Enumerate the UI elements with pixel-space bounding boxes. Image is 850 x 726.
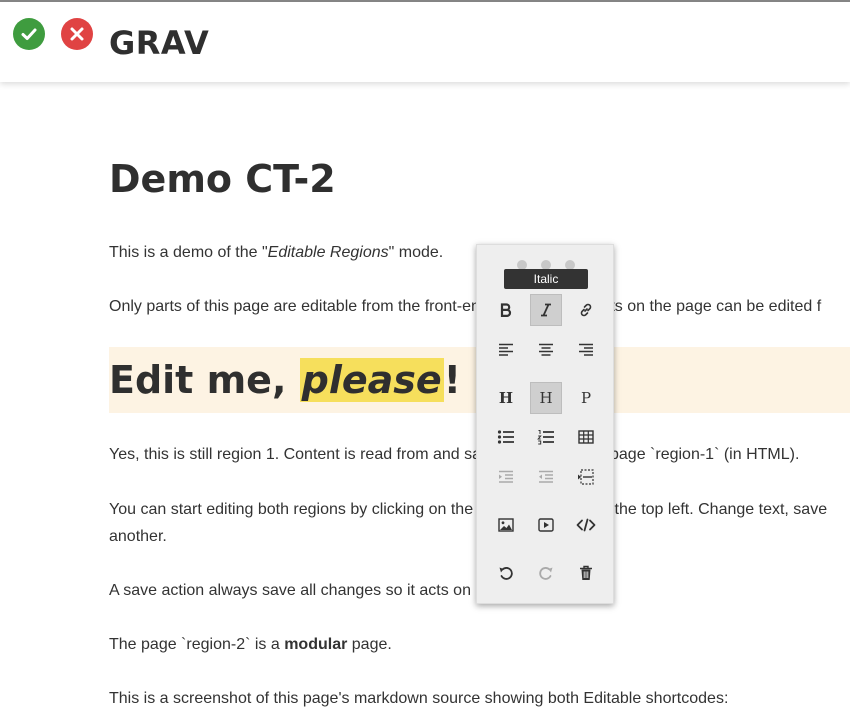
- page-title: Demo CT-2: [109, 157, 336, 201]
- indent-button[interactable]: [490, 461, 522, 493]
- paragraph-screenshot: This is a screenshot of this page's mark…: [109, 690, 729, 707]
- image-button[interactable]: [490, 509, 522, 541]
- unordered-list-icon: [497, 430, 514, 444]
- redo-button[interactable]: [530, 557, 562, 589]
- align-left-button[interactable]: [490, 334, 522, 366]
- outdent-icon: [539, 470, 553, 483]
- table-button[interactable]: [570, 421, 602, 453]
- redo-icon: [539, 567, 553, 580]
- paragraph-editable-parts: Only parts of this page are editable fro…: [109, 298, 822, 315]
- align-right-icon: [579, 343, 593, 356]
- undo-icon: [499, 567, 513, 580]
- bold-icon: [500, 303, 512, 317]
- ordered-list-icon: [537, 430, 554, 445]
- delete-button[interactable]: [570, 557, 602, 589]
- highlighted-word: please: [299, 358, 444, 402]
- save-button[interactable]: [13, 18, 45, 50]
- align-center-icon: [539, 343, 553, 356]
- code-button[interactable]: [570, 509, 602, 541]
- intro-paragraph: This is a demo of the "Editable Regions"…: [109, 244, 444, 261]
- italic-button[interactable]: [530, 294, 562, 326]
- paragraph-modular: The page `region-2` is a modular page.: [109, 636, 392, 653]
- subheading-button[interactable]: H: [530, 382, 562, 414]
- align-left-icon: [499, 343, 513, 356]
- line-break-icon: [578, 469, 594, 485]
- video-button[interactable]: [530, 509, 562, 541]
- editor-toolbar[interactable]: Italic H H P: [476, 244, 614, 604]
- cancel-button[interactable]: [61, 18, 93, 50]
- video-icon: [538, 518, 554, 532]
- ordered-list-button[interactable]: [530, 421, 562, 453]
- unordered-list-button[interactable]: [490, 421, 522, 453]
- bold-button[interactable]: [490, 294, 522, 326]
- site-header: GRAV: [0, 2, 850, 82]
- close-icon: [70, 27, 84, 41]
- link-button[interactable]: [570, 294, 602, 326]
- paragraph-button[interactable]: P: [570, 382, 602, 414]
- outdent-button[interactable]: [530, 461, 562, 493]
- site-logo[interactable]: GRAV: [109, 24, 209, 62]
- italic-icon: [541, 303, 551, 317]
- align-right-button[interactable]: [570, 334, 602, 366]
- indent-icon: [499, 470, 513, 483]
- trash-icon: [580, 565, 592, 580]
- checkmark-icon: [21, 28, 37, 40]
- table-icon: [578, 430, 594, 444]
- paragraph-editing-line2: another.: [109, 528, 167, 545]
- code-icon: [576, 518, 596, 532]
- line-break-button[interactable]: [570, 461, 602, 493]
- paragraph-editing-line1: You can start editing both regions by cl…: [109, 501, 828, 518]
- region-1-heading[interactable]: Edit me, please!: [109, 347, 461, 413]
- page-content: Demo CT-2 This is a demo of the "Editabl…: [0, 82, 850, 726]
- undo-button[interactable]: [490, 557, 522, 589]
- paragraph-region-1: Yes, this is still region 1. Content is …: [109, 446, 800, 463]
- image-icon: [498, 518, 514, 532]
- link-icon: [580, 303, 592, 317]
- heading-button[interactable]: H: [490, 382, 522, 414]
- tooltip: Italic: [504, 269, 588, 289]
- align-center-button[interactable]: [530, 334, 562, 366]
